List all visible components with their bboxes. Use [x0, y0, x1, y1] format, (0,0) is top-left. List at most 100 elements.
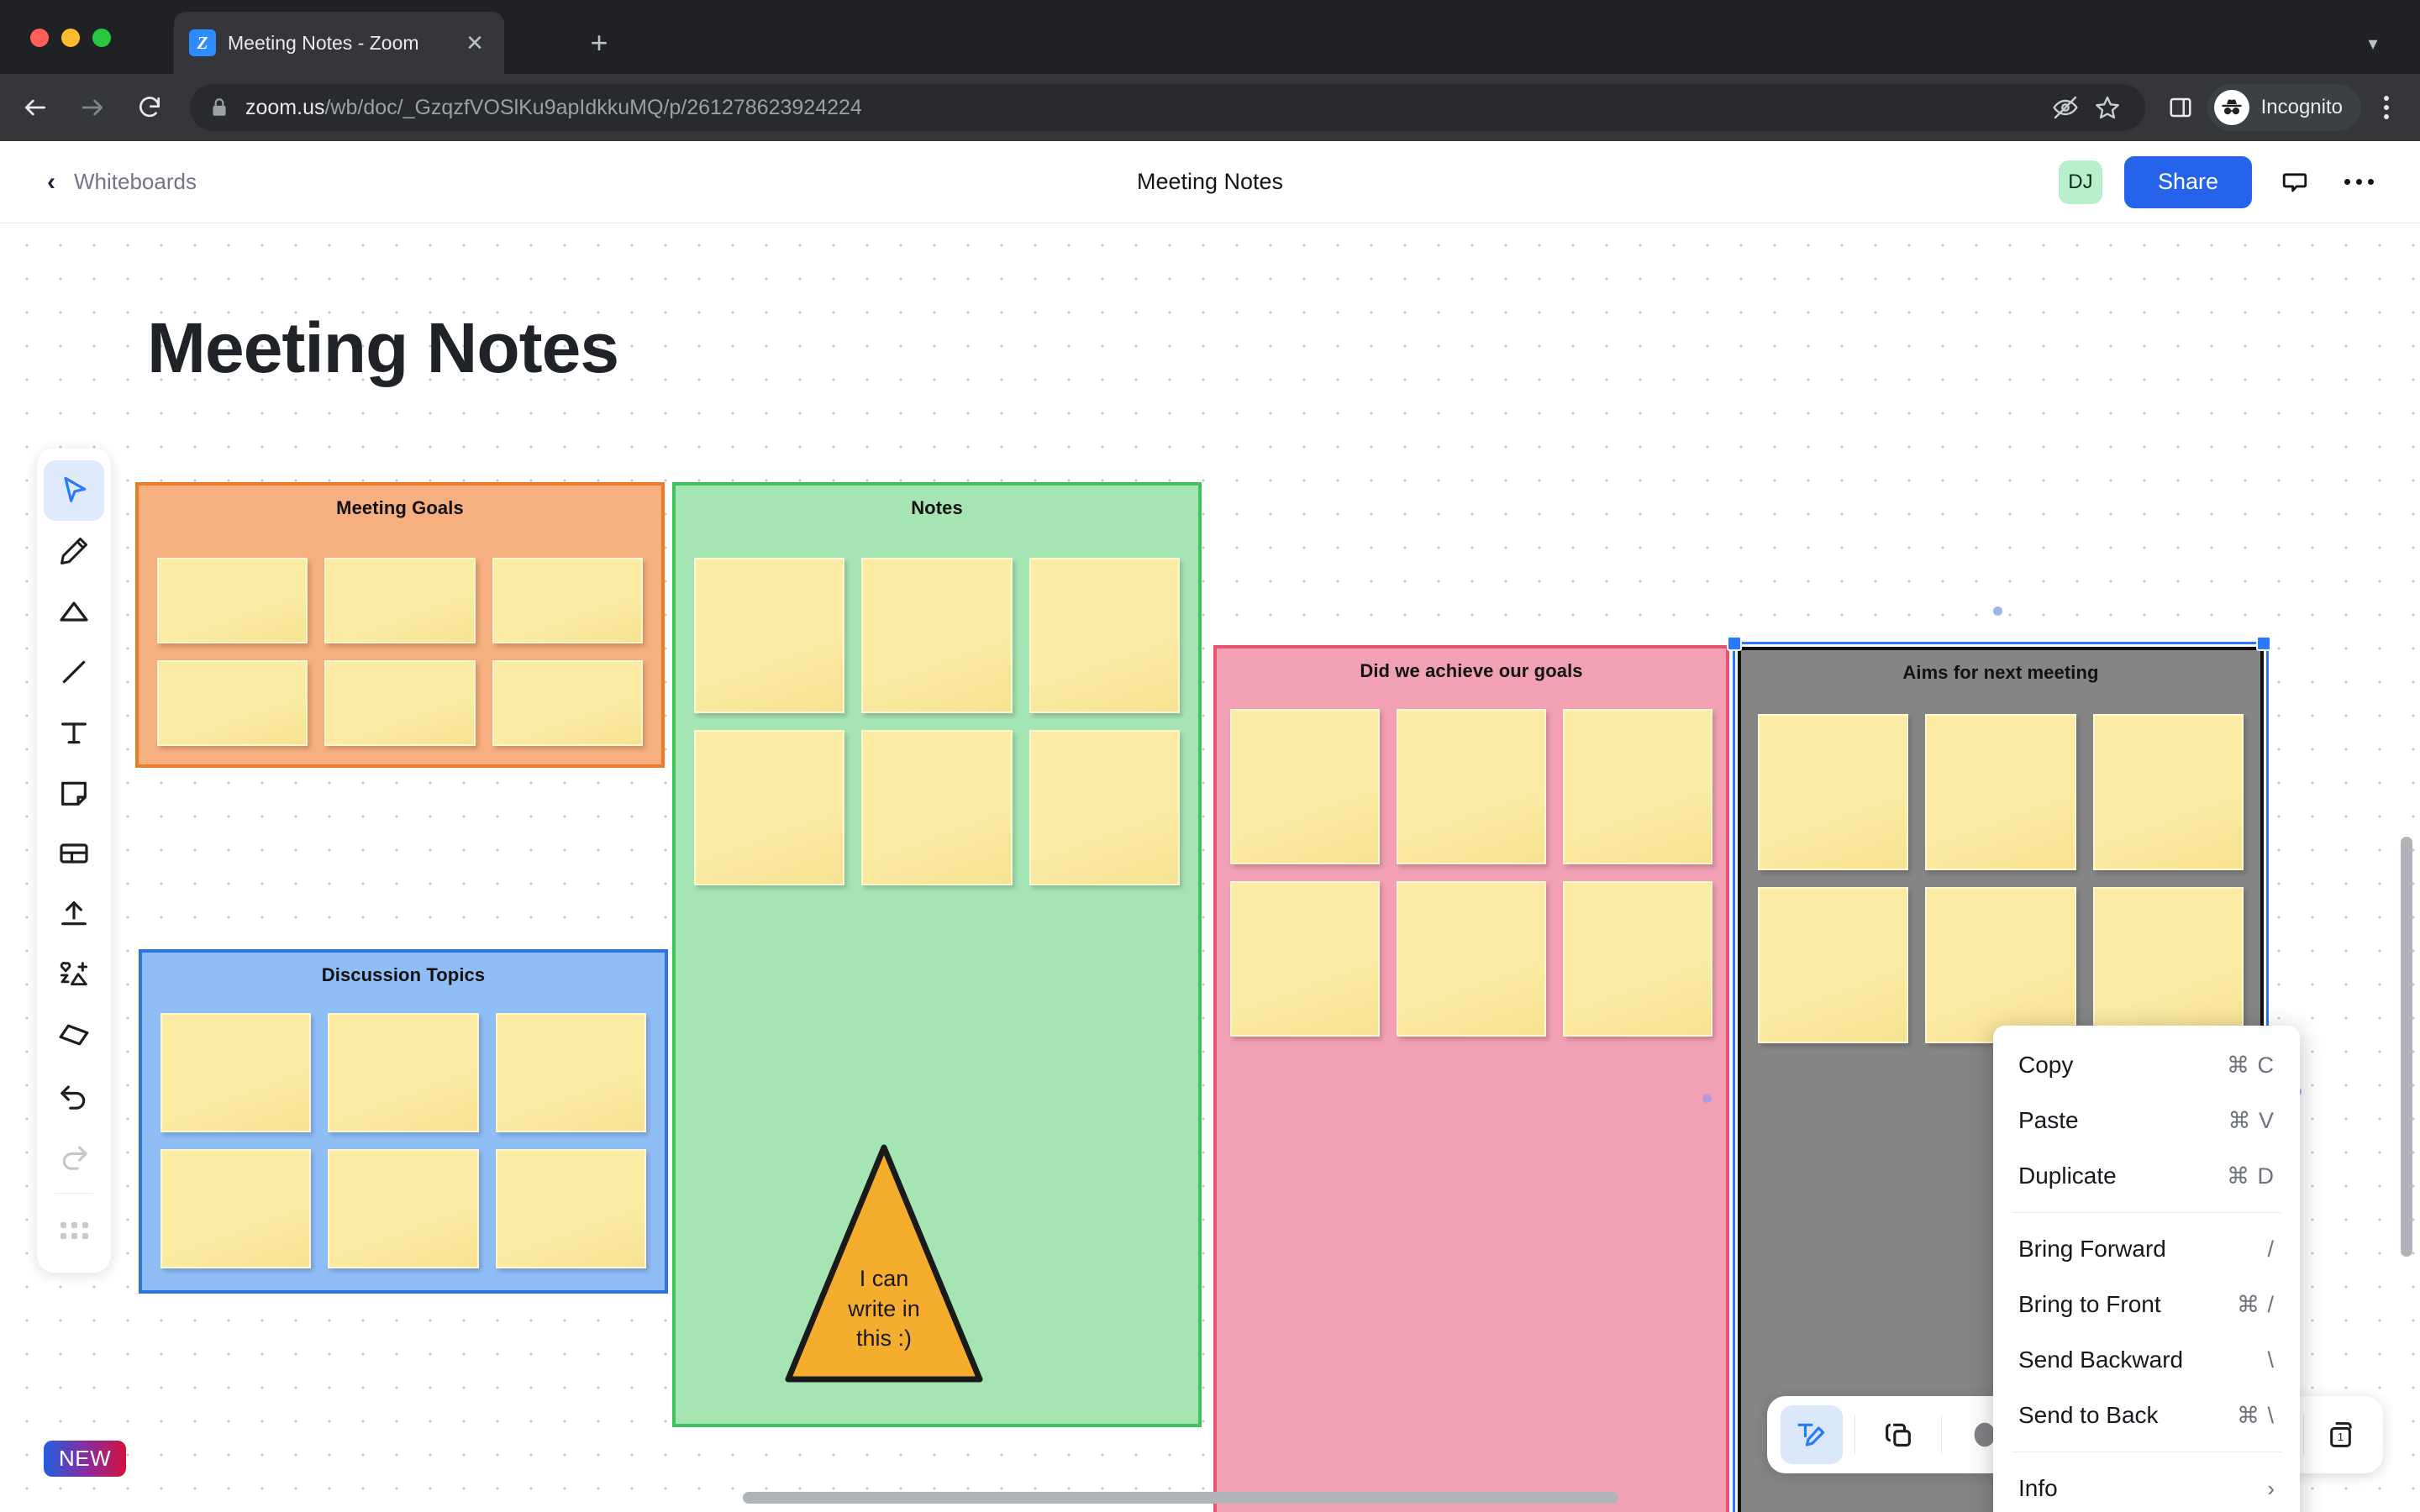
sticky-note[interactable]	[694, 558, 845, 713]
sticky-note[interactable]	[160, 1149, 312, 1268]
avatar[interactable]: DJ	[2058, 160, 2102, 204]
sticky-note[interactable]	[1397, 709, 1546, 864]
sticky-note[interactable]	[861, 558, 1013, 713]
sticky-note[interactable]	[328, 1013, 479, 1132]
eye-off-icon[interactable]	[2046, 88, 2085, 127]
sticky-note-tool[interactable]	[44, 763, 104, 823]
menu-item-paste[interactable]: Paste ⌘ V	[1993, 1093, 2300, 1148]
frame-meeting-goals[interactable]: Meeting Goals	[135, 482, 665, 768]
text-tool[interactable]	[44, 702, 104, 763]
sticky-note[interactable]	[495, 1149, 646, 1268]
menu-label: Bring to Front	[2018, 1291, 2161, 1317]
horizontal-scrollbar[interactable]	[743, 1492, 1618, 1504]
sticky-note[interactable]	[324, 558, 476, 643]
comment-icon[interactable]	[2274, 161, 2316, 203]
chevron-right-icon: ›	[2267, 1475, 2275, 1501]
back-icon[interactable]	[13, 86, 57, 129]
tab-search-chevron-icon[interactable]: ▾	[2356, 27, 2390, 60]
profile-chip[interactable]: Incognito	[2207, 84, 2361, 131]
sticky-note[interactable]	[160, 1013, 312, 1132]
sticky-note[interactable]	[694, 730, 845, 885]
line-tool[interactable]	[44, 642, 104, 702]
close-tab-icon[interactable]: ✕	[460, 29, 489, 57]
address-bar[interactable]: zoom.us/wb/doc/_GzqzfVOSlKu9apIdkkuMQ/p/…	[190, 84, 2145, 131]
window-controls[interactable]	[30, 29, 111, 47]
selection-handle-tr[interactable]	[2256, 636, 2271, 651]
frame-notes[interactable]: Notes I can write in this :)	[672, 482, 1202, 1427]
page-title: Meeting Notes	[1136, 169, 1284, 194]
menu-item-info[interactable]: Info ›	[1993, 1461, 2300, 1512]
menu-item-bring-to-front[interactable]: Bring to Front ⌘ /	[1993, 1277, 2300, 1332]
svg-text:1: 1	[2338, 1431, 2344, 1443]
minimize-window-button[interactable]	[61, 29, 80, 47]
shapes-button[interactable]	[1867, 1405, 1929, 1464]
sticky-note[interactable]	[157, 660, 308, 746]
vertical-scrollbar[interactable]	[2401, 837, 2412, 1257]
menu-item-duplicate[interactable]: Duplicate ⌘ D	[1993, 1148, 2300, 1204]
browser-more-vertical-icon[interactable]	[2368, 96, 2405, 119]
frame-discussion-topics[interactable]: Discussion Topics	[139, 949, 668, 1294]
maximize-window-button[interactable]	[92, 29, 111, 47]
reload-icon[interactable]	[128, 86, 171, 129]
sticky-note[interactable]	[2092, 887, 2244, 1043]
sticky-note[interactable]	[328, 1149, 479, 1268]
sticky-note[interactable]	[1028, 730, 1180, 885]
sticky-note[interactable]	[492, 558, 643, 643]
sticky-note[interactable]	[1397, 881, 1546, 1037]
menu-label: Info	[2018, 1475, 2058, 1501]
sticky-note[interactable]	[2092, 714, 2244, 870]
select-tool[interactable]	[44, 460, 104, 521]
grip-icon[interactable]	[44, 1200, 104, 1261]
triangle-shape[interactable]: I can write in this :)	[783, 1142, 985, 1384]
sticky-note[interactable]	[324, 660, 476, 746]
undo-tool[interactable]	[44, 1065, 104, 1126]
side-panel-icon[interactable]	[2160, 87, 2201, 128]
sticky-note[interactable]	[157, 558, 308, 643]
frame-title: Meeting Goals	[336, 497, 464, 518]
sticky-note[interactable]	[1563, 709, 1712, 864]
back-label: Whiteboards	[74, 169, 197, 194]
close-window-button[interactable]	[30, 29, 49, 47]
menu-item-copy[interactable]: Copy ⌘ C	[1993, 1037, 2300, 1093]
profile-label: Incognito	[2260, 96, 2343, 118]
frame-tool[interactable]	[44, 823, 104, 884]
back-to-whiteboards[interactable]: ‹ Whiteboards	[47, 169, 197, 195]
sticky-note[interactable]	[1758, 714, 1909, 870]
upload-tool[interactable]	[44, 884, 104, 944]
whiteboard-canvas[interactable]: Meeting Notes Meeting Goals Discussion T…	[0, 223, 2420, 1512]
more-horizontal-icon[interactable]	[2338, 161, 2380, 203]
selection-handle-tl[interactable]	[1727, 636, 1742, 651]
frame-did-we-achieve-our-goals[interactable]: Did we achieve our goals	[1213, 645, 1729, 1512]
menu-item-send-backward[interactable]: Send Backward \	[1993, 1332, 2300, 1388]
sticky-note[interactable]	[861, 730, 1013, 885]
sticky-note[interactable]	[1230, 881, 1380, 1037]
more-tools-icon[interactable]	[44, 944, 104, 1005]
pages-button[interactable]: 1	[2312, 1405, 2373, 1464]
sticky-note[interactable]	[1028, 558, 1180, 713]
sticky-note[interactable]	[1563, 881, 1712, 1037]
sticky-note[interactable]	[1925, 887, 2076, 1043]
frame-title: Did we achieve our goals	[1360, 660, 1583, 681]
shape-tool[interactable]	[44, 581, 104, 642]
menu-shortcut: ⌘ D	[2227, 1163, 2275, 1189]
annotate-button[interactable]	[1780, 1405, 1843, 1464]
forward-icon[interactable]	[71, 86, 114, 129]
url-text: zoom.us/wb/doc/_GzqzfVOSlKu9apIdkkuMQ/p/…	[245, 96, 862, 120]
menu-item-bring-forward[interactable]: Bring Forward /	[1993, 1221, 2300, 1277]
eraser-tool[interactable]	[44, 1005, 104, 1065]
sticky-note[interactable]	[1758, 887, 1909, 1043]
board-title[interactable]: Meeting Notes	[147, 307, 619, 389]
share-button[interactable]: Share	[2123, 155, 2252, 208]
pen-tool[interactable]	[44, 521, 104, 581]
star-icon[interactable]	[2088, 88, 2127, 127]
context-menu[interactable]: Copy ⌘ C Paste ⌘ V Duplicate ⌘ D Bring F…	[1993, 1026, 2300, 1512]
browser-tab[interactable]: Z Meeting Notes - Zoom ✕	[174, 12, 504, 74]
menu-item-send-to-back[interactable]: Send to Back ⌘ \	[1993, 1388, 2300, 1443]
menu-shortcut: ⌘ \	[2236, 1402, 2275, 1428]
sticky-note[interactable]	[495, 1013, 646, 1132]
redo-tool[interactable]	[44, 1126, 104, 1186]
new-tab-button[interactable]: +	[580, 24, 618, 62]
sticky-note[interactable]	[1230, 709, 1380, 864]
sticky-note[interactable]	[1925, 714, 2076, 870]
sticky-note[interactable]	[492, 660, 643, 746]
